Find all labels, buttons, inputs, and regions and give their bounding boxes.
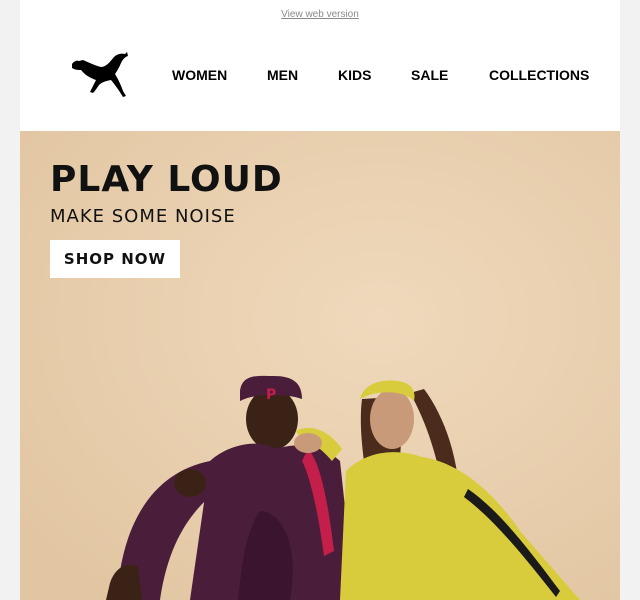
preheader-bar: View web version — [20, 0, 620, 30]
hero-headline: PLAY LOUD — [50, 159, 283, 200]
hero-banner[interactable]: P PLAY LOUD MAKE SOME NOISE SHOP NOW — [20, 131, 620, 600]
woman-face — [370, 389, 414, 449]
hero-subline: MAKE SOME NOISE — [50, 206, 236, 227]
view-web-version-link[interactable]: View web version — [20, 9, 620, 20]
man-hand-low — [106, 564, 142, 600]
man-figure: P — [106, 375, 355, 600]
nav-kids[interactable]: KIDS — [338, 67, 371, 87]
svg-text:P: P — [266, 387, 276, 403]
puma-cat-icon[interactable] — [68, 50, 132, 100]
shop-now-button[interactable]: SHOP NOW — [50, 240, 180, 278]
nav-collections[interactable]: COLLECTIONS — [489, 67, 589, 87]
email-header: WOMEN MEN KIDS SALE COLLECTIONS — [20, 30, 620, 130]
hero-photo: P — [106, 375, 580, 600]
man-hand — [174, 469, 206, 497]
nav-women[interactable]: WOMEN — [172, 67, 227, 87]
email-container: View web version WOMEN MEN KIDS SALE COL… — [20, 0, 620, 600]
nav-men[interactable]: MEN — [267, 67, 298, 87]
nav-sale[interactable]: SALE — [411, 67, 448, 87]
woman-hand — [294, 433, 322, 453]
